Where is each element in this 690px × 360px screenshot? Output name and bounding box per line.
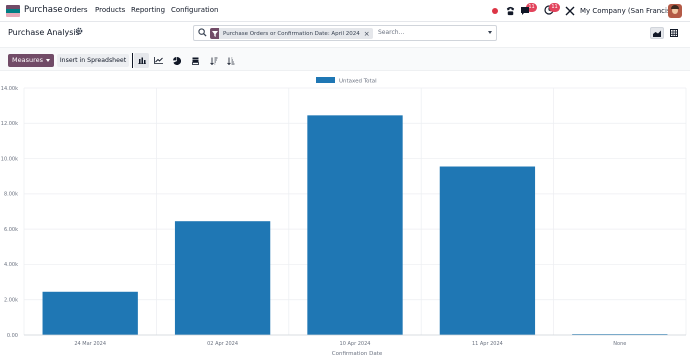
pie-chart-button[interactable]	[169, 53, 184, 68]
activity-badge: 11	[549, 3, 560, 12]
app-name[interactable]: Purchase	[24, 5, 63, 15]
status-dot-icon[interactable]	[492, 8, 498, 14]
sort-ascending-icon	[226, 57, 234, 65]
pie-chart-icon	[172, 56, 181, 65]
menu-products[interactable]: Products	[95, 6, 125, 14]
y-tick-label: 4.00k	[4, 262, 18, 268]
caret-down-icon	[46, 59, 50, 62]
bars	[42, 115, 668, 335]
x-tick-label: 24 Mar 2024	[74, 341, 106, 347]
y-tick-label: 6.00k	[4, 227, 18, 233]
area-chart-icon	[653, 30, 661, 37]
y-tick-label: 8.00k	[4, 192, 18, 198]
measures-button[interactable]: Measures	[8, 54, 54, 67]
bar[interactable]	[42, 291, 138, 335]
graph-view-button[interactable]	[650, 27, 664, 39]
insert-in-spreadsheet-button[interactable]: Insert in Spreadsheet	[57, 54, 129, 67]
y-tick-label: 2.00k	[4, 298, 18, 304]
search-facet[interactable]: Purchase Orders or Confirmation Date: Ap…	[210, 28, 373, 39]
menu-orders[interactable]: Orders	[64, 6, 88, 14]
measures-label: Measures	[12, 56, 44, 64]
debug-tools-icon[interactable]	[565, 6, 575, 16]
x-tick-label: 02 Apr 2024	[207, 341, 238, 347]
search-input[interactable]: Search...	[378, 29, 404, 36]
graph-toolbar: Measures Insert in Spreadsheet	[0, 47, 690, 71]
chat-icon[interactable]	[520, 6, 530, 16]
sort-ascending-button[interactable]	[223, 53, 238, 68]
x-tick-label: 10 Apr 2024	[340, 341, 371, 347]
stacked-button[interactable]	[188, 53, 203, 68]
stacked-icon	[192, 57, 199, 65]
phone-icon[interactable]	[505, 5, 516, 16]
user-avatar[interactable]	[668, 4, 682, 18]
table-icon	[670, 29, 678, 37]
search-icon[interactable]	[198, 28, 207, 37]
app-switcher-icon[interactable]	[6, 5, 20, 17]
line-chart-button[interactable]	[151, 53, 166, 68]
y-axis-tick-labels: 0.00 2.00k 4.00k 6.00k 8.00k 10.00k 12.00k 14.0…	[1, 86, 18, 339]
gear-icon[interactable]	[75, 27, 83, 35]
bar-chart: 0.00 2.00k 4.00k 6.00k 8.00k 10.00k 12.00k 14.0…	[1, 77, 687, 357]
bar[interactable]	[307, 115, 403, 335]
x-tick-label: None	[613, 341, 626, 347]
y-tick-label: 0.00	[7, 333, 18, 339]
facet-label: Purchase Orders or Confirmation Date: Ap…	[223, 30, 360, 37]
top-navbar: Purchase Orders Products Reporting Confi…	[0, 0, 690, 22]
x-axis-title: Confirmation Date	[332, 351, 383, 357]
bar-chart-icon	[137, 57, 146, 64]
pivot-view-button[interactable]	[667, 27, 681, 39]
sort-descending-button[interactable]	[206, 53, 221, 68]
y-tick-label: 10.00k	[1, 156, 18, 162]
bar-chart-button[interactable]	[134, 53, 149, 68]
bar[interactable]	[439, 166, 536, 335]
toolbar-divider	[132, 53, 133, 68]
legend-label[interactable]: Untaxed Total	[339, 79, 377, 85]
bar[interactable]	[174, 221, 271, 335]
menu-configuration[interactable]: Configuration	[171, 6, 218, 14]
page-title: Purchase Analysis	[8, 28, 80, 37]
menu-reporting[interactable]: Reporting	[131, 6, 165, 14]
facet-remove-icon[interactable]: ×	[364, 30, 373, 38]
search-bar[interactable]: Purchase Orders or Confirmation Date: Ap…	[193, 25, 497, 41]
search-options-toggle-icon[interactable]	[488, 31, 492, 34]
sort-descending-icon	[209, 57, 217, 65]
line-chart-icon	[154, 57, 163, 64]
filter-icon	[210, 28, 219, 39]
y-tick-label: 12.00k	[1, 121, 18, 127]
company-switcher[interactable]: My Company (San Francisco)	[580, 7, 681, 15]
x-axis-tick-labels: 24 Mar 2024 02 Apr 2024 10 Apr 2024 11 Apr …	[74, 341, 626, 347]
y-tick-label: 14.00k	[1, 86, 18, 92]
legend-swatch[interactable]	[316, 77, 335, 83]
x-tick-label: 11 Apr 2024	[472, 341, 503, 347]
